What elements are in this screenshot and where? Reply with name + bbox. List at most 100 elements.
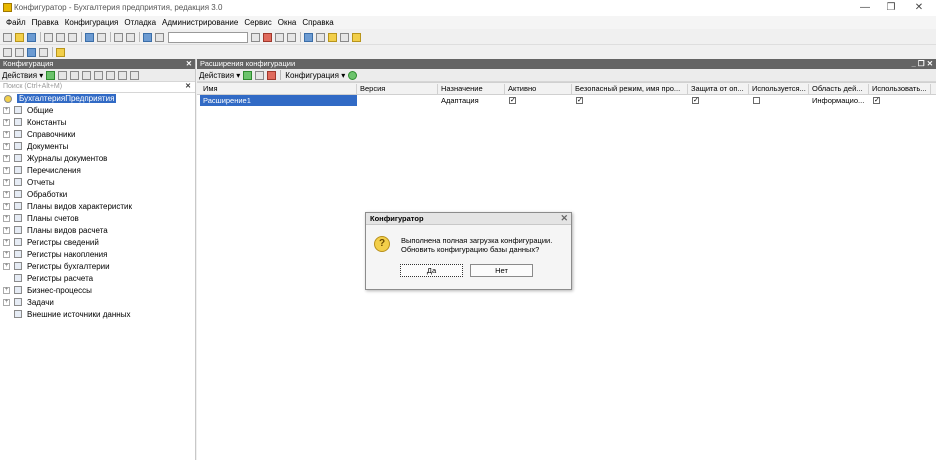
paste-icon[interactable] bbox=[68, 32, 77, 42]
find-icon[interactable] bbox=[143, 32, 152, 42]
tree-item[interactable]: + Константы bbox=[0, 116, 195, 128]
delete-icon[interactable] bbox=[82, 70, 92, 80]
active-checkbox[interactable]: ✓ bbox=[509, 97, 516, 104]
tree-item[interactable]: + Общие bbox=[0, 104, 195, 116]
expand-icon[interactable]: + bbox=[3, 202, 10, 210]
col-used[interactable]: Используется... bbox=[749, 84, 809, 94]
expand-icon[interactable]: + bbox=[3, 262, 10, 270]
clear-search-icon[interactable] bbox=[263, 32, 272, 42]
edit-extension-icon[interactable] bbox=[255, 70, 265, 80]
col-scope[interactable]: Область дей... bbox=[809, 84, 869, 94]
expand-icon[interactable]: + bbox=[3, 298, 10, 306]
debug-start-icon[interactable] bbox=[56, 47, 65, 57]
tree-item[interactable]: + Планы видов расчета bbox=[0, 224, 195, 236]
expand-icon[interactable]: + bbox=[3, 154, 10, 162]
tree-item[interactable]: + Регистры сведений bbox=[0, 236, 195, 248]
col-name[interactable]: Имя bbox=[200, 84, 357, 94]
expand-icon[interactable]: + bbox=[3, 166, 10, 174]
protection-checkbox[interactable]: ✓ bbox=[692, 97, 699, 104]
search-combo-input[interactable] bbox=[168, 31, 248, 43]
menu-configuration[interactable]: Конфигурация bbox=[65, 18, 119, 27]
safe-mode-checkbox[interactable]: ✓ bbox=[576, 97, 583, 104]
config-save-icon[interactable] bbox=[15, 47, 24, 57]
col-safe-mode[interactable]: Безопасный режим, имя про... bbox=[572, 84, 688, 94]
menu-file[interactable]: Файл bbox=[6, 18, 26, 27]
col-version[interactable]: Версия bbox=[357, 84, 438, 94]
restore-button[interactable]: ❐ bbox=[878, 1, 904, 15]
undo-icon[interactable] bbox=[114, 32, 123, 42]
col-purpose[interactable]: Назначение bbox=[438, 84, 505, 94]
delete-extension-icon[interactable] bbox=[267, 70, 277, 80]
tree-item[interactable]: + Планы счетов bbox=[0, 212, 195, 224]
tree-item[interactable]: + Перечисления bbox=[0, 164, 195, 176]
tree-item[interactable]: + Обработки bbox=[0, 188, 195, 200]
expand-icon[interactable]: + bbox=[3, 130, 10, 138]
tree-item[interactable]: + Бизнес-процессы bbox=[0, 284, 195, 296]
tree-item[interactable]: + Отчеты bbox=[0, 176, 195, 188]
expand-icon[interactable]: + bbox=[3, 178, 10, 186]
config-open-icon[interactable] bbox=[3, 47, 12, 57]
dropdown-icon[interactable] bbox=[251, 32, 260, 42]
move-up-icon[interactable] bbox=[94, 70, 104, 80]
tree-root-item[interactable]: БухгалтерияПредприятия bbox=[0, 93, 195, 104]
tree-item[interactable]: + Регистры бухгалтерии bbox=[0, 260, 195, 272]
tree-item[interactable]: + Задачи bbox=[0, 296, 195, 308]
col-active[interactable]: Активно bbox=[505, 84, 572, 94]
col-use[interactable]: Использовать... bbox=[869, 84, 931, 94]
actions-menu[interactable]: Действия ▾ bbox=[2, 71, 43, 80]
print-icon[interactable] bbox=[85, 32, 94, 42]
config-compare-icon[interactable] bbox=[39, 47, 48, 57]
move-down-icon[interactable] bbox=[106, 70, 116, 80]
table-row[interactable]: Расширение1 Адаптация ✓ ✓ ✓ Информацио..… bbox=[197, 95, 936, 107]
preview-icon[interactable] bbox=[97, 32, 106, 42]
redo-icon[interactable] bbox=[126, 32, 135, 42]
tree-item[interactable]: + Документы bbox=[0, 140, 195, 152]
use-checkbox[interactable]: ✓ bbox=[873, 97, 880, 104]
used-checkbox[interactable] bbox=[753, 97, 760, 104]
tree-item[interactable]: + Журналы документов bbox=[0, 152, 195, 164]
extensions-window-controls[interactable]: _ ❐ ✕ bbox=[912, 59, 933, 69]
refresh-icon[interactable] bbox=[348, 70, 358, 80]
expand-icon[interactable]: + bbox=[3, 238, 10, 246]
expand-icon[interactable]: + bbox=[3, 106, 10, 114]
tree-item[interactable]: + Планы видов характеристик bbox=[0, 200, 195, 212]
copy-item-icon[interactable] bbox=[70, 70, 80, 80]
extensions-actions-menu[interactable]: Действия ▾ bbox=[199, 71, 240, 80]
add-extension-icon[interactable] bbox=[243, 70, 253, 80]
expand-icon[interactable]: + bbox=[3, 250, 10, 258]
menu-windows[interactable]: Окна bbox=[278, 18, 297, 27]
save-icon[interactable] bbox=[27, 32, 36, 42]
syntax-icon[interactable] bbox=[340, 32, 349, 42]
tree-item[interactable]: + Справочники bbox=[0, 128, 195, 140]
cut-icon[interactable] bbox=[44, 32, 53, 42]
minimize-button[interactable]: — bbox=[852, 1, 878, 15]
expand-icon[interactable]: + bbox=[3, 118, 10, 126]
menu-edit[interactable]: Правка bbox=[32, 18, 59, 27]
menu-administration[interactable]: Администрирование bbox=[162, 18, 238, 27]
copy-icon[interactable] bbox=[56, 32, 65, 42]
sort-icon[interactable] bbox=[118, 70, 128, 80]
find-next-icon[interactable] bbox=[275, 32, 284, 42]
menu-debug[interactable]: Отладка bbox=[124, 18, 156, 27]
tree-search-input[interactable]: Поиск (Ctrl+Alt+M) ✕ bbox=[0, 82, 195, 93]
menu-help[interactable]: Справка bbox=[302, 18, 333, 27]
tools-icon[interactable] bbox=[328, 32, 337, 42]
tree-item[interactable]: + Регистры накопления bbox=[0, 248, 195, 260]
clear-tree-search-icon[interactable]: ✕ bbox=[185, 82, 191, 92]
tree-item[interactable]: Внешние источники данных bbox=[0, 308, 195, 320]
help-icon[interactable] bbox=[352, 32, 361, 42]
open-folder-icon[interactable] bbox=[15, 32, 24, 42]
add-icon[interactable] bbox=[46, 70, 56, 80]
window-icon[interactable] bbox=[304, 32, 313, 42]
yes-button[interactable]: Да bbox=[400, 264, 463, 277]
expand-icon[interactable]: + bbox=[3, 190, 10, 198]
close-panel-icon[interactable]: ✕ bbox=[186, 59, 192, 69]
no-button[interactable]: Нет bbox=[470, 264, 533, 277]
config-update-icon[interactable] bbox=[27, 47, 36, 57]
col-protection[interactable]: Защита от оп... bbox=[688, 84, 749, 94]
expand-icon[interactable]: + bbox=[3, 286, 10, 294]
menu-service[interactable]: Сервис bbox=[244, 18, 271, 27]
extension-configuration-menu[interactable]: Конфигурация ▾ bbox=[285, 71, 345, 80]
close-window-button[interactable]: ✕ bbox=[906, 1, 932, 15]
expand-icon[interactable]: + bbox=[3, 214, 10, 222]
